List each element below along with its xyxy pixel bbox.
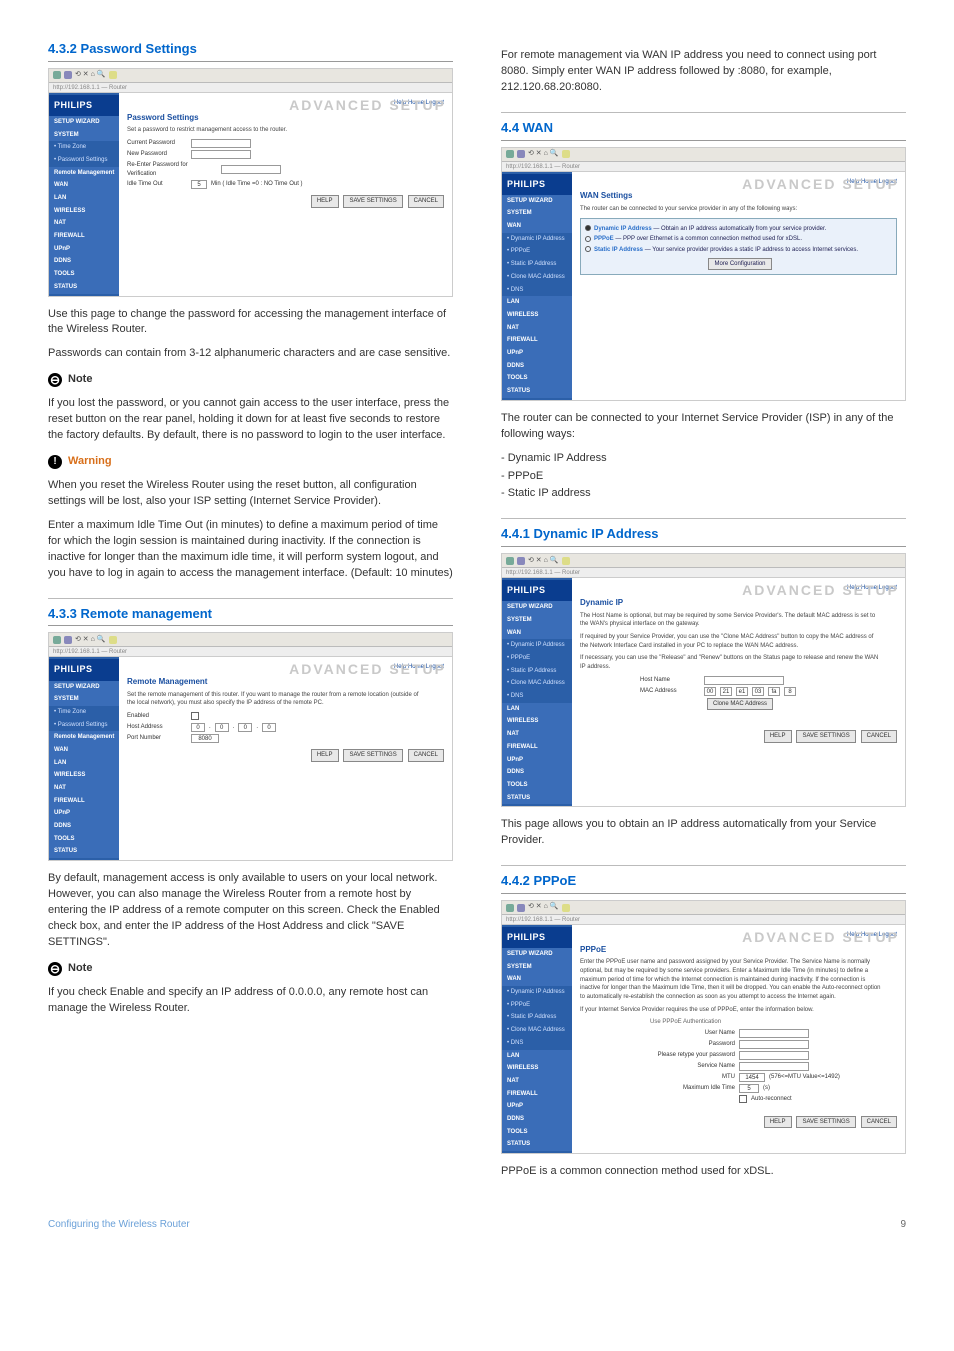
rm-para-1: By default, management access is only av… — [48, 871, 453, 951]
heading-4-4-1: 4.4.1 Dynamic IP Address — [501, 525, 906, 547]
warning-icon — [48, 455, 62, 469]
note-text-2: If you check Enable and specify an IP ad… — [48, 985, 453, 1017]
screenshot-remote-mgmt: ⟲ ✕ ⌂ 🔍 http://192.168.1.1 — Router PHIL… — [48, 632, 453, 861]
dynip-para-1: This page allows you to obtain an IP add… — [501, 817, 906, 849]
pw-para-2: Passwords can contain from 3-12 alphanum… — [48, 346, 453, 362]
warning-text: When you reset the Wireless Router using… — [48, 478, 453, 510]
footer-pagenum: 9 — [900, 1218, 906, 1233]
screenshot-password-settings: ⟲ ✕ ⌂ 🔍 http://192.168.1.1 — Router PHIL… — [48, 68, 453, 297]
heading-4-4: 4.4 WAN — [501, 119, 906, 141]
note-text-1: If you lost the password, or you cannot … — [48, 396, 453, 444]
note-icon — [48, 373, 62, 387]
screenshot-pppoe: ⟲ ✕ ⌂ 🔍 http://192.168.1.1 — Router PHIL… — [501, 900, 906, 1154]
right-column: For remote management via WAN IP address… — [501, 40, 906, 1188]
right-intro: For remote management via WAN IP address… — [501, 48, 906, 96]
heading-4-3-3: 4.3.3 Remote management — [48, 605, 453, 627]
warning-followup: Enter a maximum Idle Time Out (in minute… — [48, 518, 453, 582]
warning-header: Warning — [48, 454, 453, 470]
pw-para-1: Use this page to change the password for… — [48, 307, 453, 339]
screenshot-dynamic-ip: ⟲ ✕ ⌂ 🔍 http://192.168.1.1 — Router PHIL… — [501, 553, 906, 807]
page-footer: Configuring the Wireless Router 9 — [48, 1218, 906, 1233]
left-column: 4.3.2 Password Settings ⟲ ✕ ⌂ 🔍 http://1… — [48, 40, 453, 1188]
screenshot-sidebar: PHILIPS SETUP WIZARD SYSTEM • Time Zone … — [49, 93, 119, 296]
note-icon — [48, 962, 62, 976]
heading-4-3-2: 4.3.2 Password Settings — [48, 40, 453, 62]
pppoe-para-1: PPPoE is a common connection method used… — [501, 1164, 906, 1180]
wan-list: Dynamic IP Address PPPoE Static IP addre… — [501, 451, 906, 503]
screenshot-wan: ⟲ ✕ ⌂ 🔍 http://192.168.1.1 — Router PHIL… — [501, 147, 906, 401]
heading-4-4-2: 4.4.2 PPPoE — [501, 872, 906, 894]
note-header-2: Note — [48, 961, 453, 977]
footer-left: Configuring the Wireless Router — [48, 1218, 190, 1233]
wan-para-1: The router can be connected to your Inte… — [501, 411, 906, 443]
note-header: Note — [48, 372, 453, 388]
